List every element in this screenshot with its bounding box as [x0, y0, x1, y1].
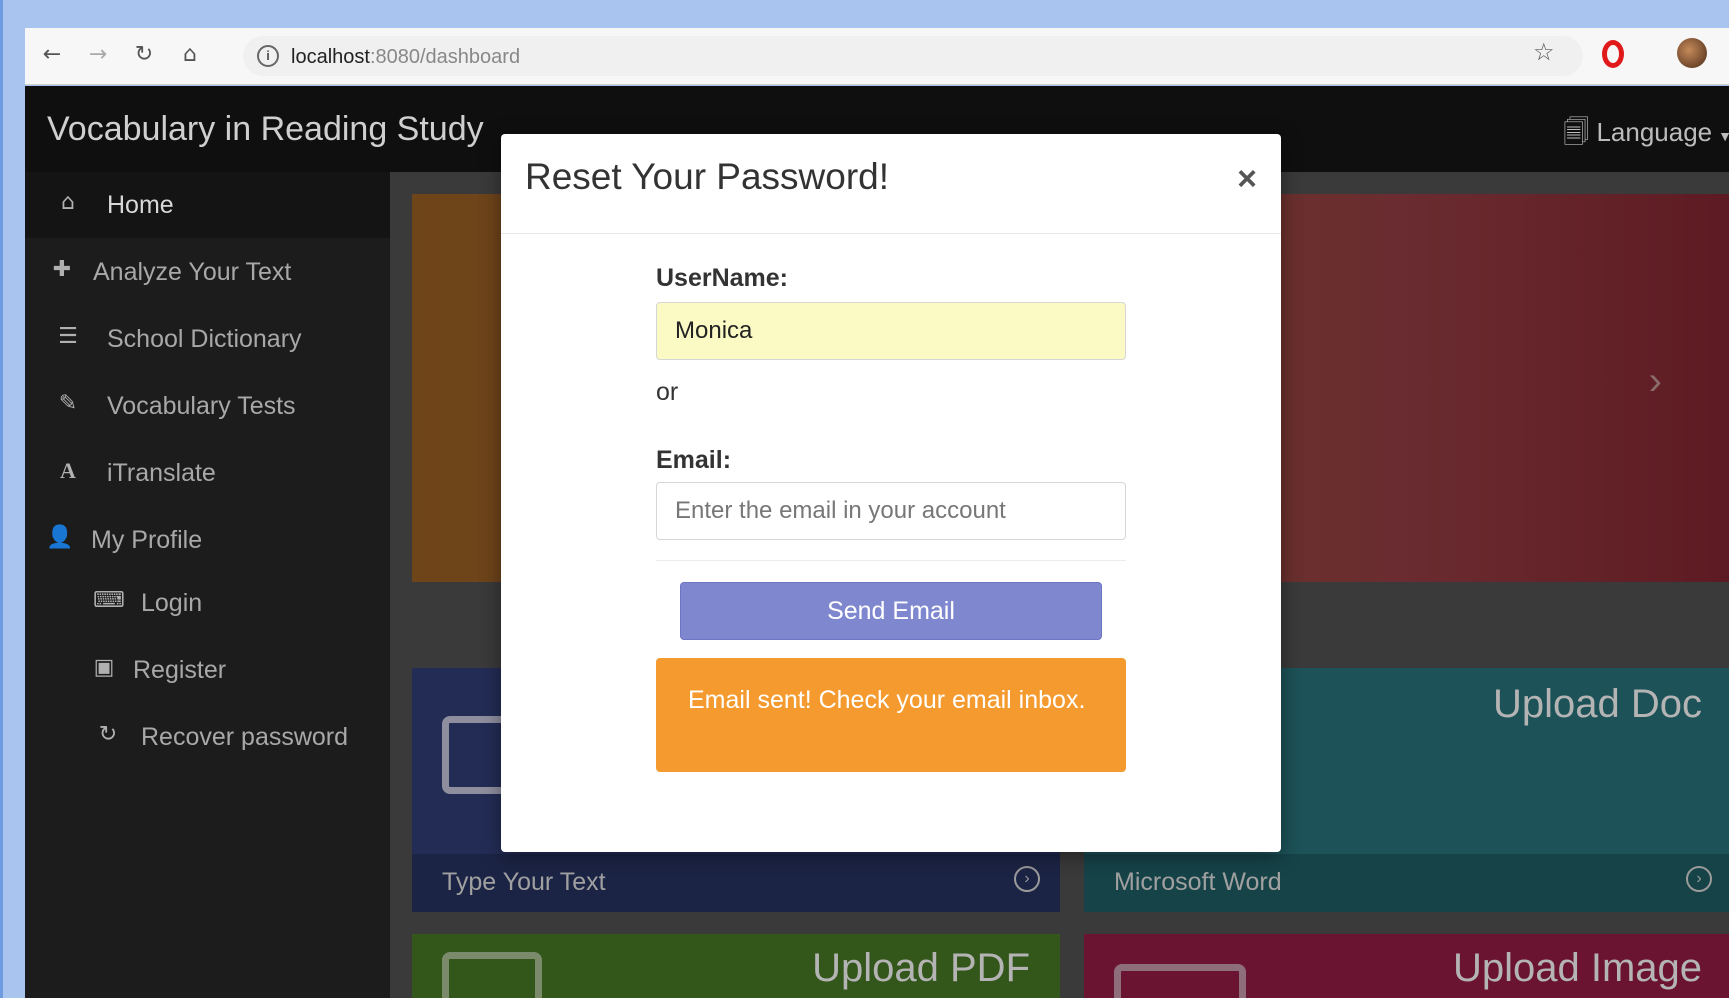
- refresh-icon: ↻: [98, 722, 118, 747]
- sidebar-item-register[interactable]: ▣ Register: [25, 637, 390, 703]
- modal-header: Reset Your Password! ×: [501, 134, 1281, 234]
- card-title: Upload Image: [1452, 946, 1702, 990]
- close-icon[interactable]: ×: [1237, 162, 1257, 196]
- sidebar-item-label: Recover password: [141, 723, 349, 751]
- sidebar-item-recover[interactable]: ↻ Recover password: [25, 704, 390, 770]
- sidebar-item-label: Login: [141, 589, 203, 617]
- edit-icon: ✎: [58, 391, 78, 416]
- send-email-button[interactable]: Send Email: [680, 582, 1102, 640]
- card-upload-pdf[interactable]: Upload PDF: [412, 934, 1060, 998]
- chevron-right-icon[interactable]: ›: [1649, 359, 1662, 404]
- reload-icon[interactable]: ↻: [129, 40, 159, 70]
- sidebar-item-analyze[interactable]: ✚ Analyze Your Text: [25, 239, 390, 305]
- image-icon: [1114, 964, 1246, 998]
- caret-down-icon: ▼: [1718, 128, 1729, 144]
- info-icon[interactable]: i: [257, 45, 279, 67]
- sidebar-item-home[interactable]: ⌂ Home: [25, 172, 390, 238]
- opera-icon[interactable]: [1602, 40, 1624, 68]
- sidebar-item-label: Analyze Your Text: [93, 258, 292, 286]
- plus-icon: ✚: [52, 257, 72, 282]
- card-upload-image[interactable]: Upload Image: [1084, 934, 1729, 998]
- home-icon[interactable]: ⌂: [175, 40, 205, 70]
- sidebar-item-login[interactable]: ⌨ Login: [25, 570, 390, 636]
- book-icon: ▣: [93, 655, 115, 680]
- keyboard-icon: ⌨: [93, 588, 125, 613]
- language-dropdown[interactable]: 🗐 Language ▼: [1563, 114, 1729, 158]
- url-text: localhost:8080/dashboard: [291, 46, 521, 68]
- sidebar-item-dictionary[interactable]: ☰ School Dictionary: [25, 306, 390, 372]
- profile-avatar[interactable]: [1677, 38, 1707, 68]
- success-alert: Email sent! Check your email inbox.: [656, 658, 1126, 772]
- card-footer: Microsoft Word ›: [1084, 854, 1729, 912]
- modal-title: Reset Your Password!: [525, 156, 890, 197]
- email-label: Email:: [656, 446, 732, 474]
- forward-icon[interactable]: →: [83, 40, 113, 70]
- arrow-circle-icon[interactable]: ›: [1014, 866, 1040, 892]
- sidebar-item-itranslate[interactable]: A iTranslate: [25, 440, 390, 506]
- file-icon: [442, 952, 542, 998]
- username-label: UserName:: [656, 264, 789, 292]
- sidebar-item-label: School Dictionary: [107, 325, 302, 353]
- form-divider: [656, 560, 1126, 561]
- browser-window: ← → ↻ ⌂ i localhost:8080/dashboard ☆ ⋮ V…: [0, 0, 1729, 998]
- list-icon: ☰: [58, 324, 78, 349]
- sidebar-item-label: Home: [107, 191, 174, 219]
- sidebar-item-label: Vocabulary Tests: [107, 392, 296, 420]
- sidebar-item-label: iTranslate: [107, 459, 216, 487]
- email-input[interactable]: [656, 482, 1126, 540]
- language-label: Language: [1596, 117, 1713, 147]
- card-title: Upload PDF: [812, 946, 1030, 990]
- sidebar-item-profile[interactable]: 👤 My Profile: [25, 507, 390, 573]
- sidebar-item-label: Register: [133, 656, 227, 684]
- bookmark-star-icon[interactable]: ☆: [1533, 38, 1555, 67]
- user-icon: 👤: [46, 525, 74, 550]
- or-text: or: [656, 378, 679, 406]
- home-icon: ⌂: [61, 190, 75, 215]
- arrow-circle-icon[interactable]: ›: [1686, 866, 1712, 892]
- browser-toolbar: ← → ↻ ⌂ i localhost:8080/dashboard ☆ ⋮: [25, 28, 1729, 85]
- reset-password-modal: Reset Your Password! × UserName: or Emai…: [501, 134, 1281, 852]
- address-bar[interactable]: i localhost:8080/dashboard: [243, 36, 1583, 76]
- card-footer-label: Type Your Text: [442, 868, 606, 896]
- language-icon: 🗐: [1563, 117, 1590, 147]
- brand-title[interactable]: Vocabulary in Reading Study: [47, 110, 484, 149]
- sidebar-item-tests[interactable]: ✎ Vocabulary Tests: [25, 373, 390, 439]
- back-icon[interactable]: ←: [37, 40, 67, 70]
- card-title: Upload Doc: [1492, 682, 1702, 726]
- sidebar-item-label: My Profile: [91, 526, 203, 554]
- font-icon: A: [60, 458, 76, 483]
- username-input[interactable]: [656, 302, 1126, 360]
- card-footer: Type Your Text ›: [412, 854, 1060, 912]
- sidebar: ⌂ Home ✚ Analyze Your Text ☰ School Dict…: [25, 172, 390, 998]
- card-footer-label: Microsoft Word: [1114, 868, 1282, 896]
